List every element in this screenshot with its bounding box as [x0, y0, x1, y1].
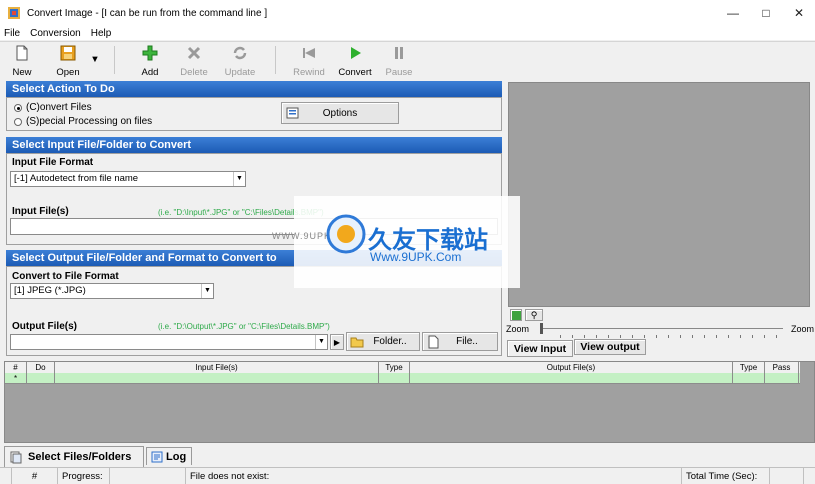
action-section-header: Select Action To Do [6, 81, 502, 97]
cell-output-file[interactable] [410, 373, 733, 383]
status-time-value [770, 468, 804, 484]
status-spacer [0, 468, 12, 484]
view-input-tab[interactable]: View Input [507, 340, 573, 357]
col-output-type[interactable]: Type [733, 362, 765, 373]
menu-help[interactable]: Help [91, 28, 112, 39]
chevron-down-icon[interactable]: ▼ [315, 335, 327, 349]
watermark: WWW.9UPK.COM 久友下载站 Www.9UPK.Com [272, 196, 520, 288]
pause-icon [395, 47, 403, 59]
app-icon [8, 7, 20, 19]
tab-log[interactable]: Log [146, 447, 192, 465]
watermark-logo-icon [326, 214, 366, 254]
maximize-button[interactable]: □ [750, 0, 782, 26]
cell-do[interactable] [27, 373, 55, 383]
delete-button[interactable]: Delete [178, 45, 210, 78]
zoom-lens-icon[interactable]: ⚲ [525, 309, 543, 321]
file-button[interactable]: File.. [422, 332, 498, 351]
status-total-time: Total Time (Sec): [682, 468, 770, 484]
col-input-type[interactable]: Type [379, 362, 410, 373]
toolbar-separator [275, 46, 276, 74]
col-input-files[interactable]: Input File(s) [55, 362, 379, 373]
row-marker: * [5, 373, 27, 383]
options-icon [286, 107, 299, 119]
open-button[interactable]: Open [52, 45, 84, 78]
status-file-message: File does not exist: [186, 468, 682, 484]
convert-radio[interactable] [14, 103, 22, 112]
output-files-field[interactable]: ▼ [10, 334, 328, 350]
input-format-select[interactable]: [-1] Autodetect from file name ▼ [10, 171, 246, 187]
file-icon [428, 335, 439, 349]
chevron-down-icon[interactable]: ▼ [233, 172, 245, 186]
log-icon [151, 451, 163, 462]
zoom-label-right: Zoom [791, 324, 815, 334]
convert-button[interactable]: Convert [336, 45, 374, 78]
status-progress-label: Progress: [58, 468, 110, 484]
open-dropdown-arrow-icon[interactable]: ▼ [88, 54, 102, 65]
rewind-button[interactable]: Rewind [292, 45, 326, 78]
menu-bar: File Conversion Help [0, 26, 815, 40]
status-bar: # Progress: File does not exist: Total T… [0, 467, 815, 484]
input-section-header: Select Input File/Folder to Convert [6, 137, 502, 153]
refresh-icon[interactable] [510, 309, 522, 321]
cell-pass[interactable] [765, 373, 799, 383]
grid-header: # Do Input File(s) Type Output File(s) T… [5, 362, 800, 373]
status-number: # [12, 468, 58, 484]
col-do[interactable]: Do [27, 362, 55, 373]
output-files-hint: (i.e. "D:\Output\*.JPG" or "C:\Files\Det… [158, 322, 330, 331]
play-arrow-button[interactable]: ▶ [330, 334, 344, 350]
cell-input-file[interactable] [55, 373, 379, 383]
output-format-label: Convert to File Format [12, 271, 119, 282]
menu-conversion[interactable]: Conversion [30, 28, 81, 39]
files-grid: # Do Input File(s) Type Output File(s) T… [4, 361, 815, 443]
chevron-down-icon[interactable]: ▼ [201, 284, 213, 298]
col-pass[interactable]: Pass [765, 362, 799, 373]
save-disk-icon [60, 45, 76, 61]
zoom-ticks [560, 335, 785, 338]
zoom-slider-thumb[interactable] [540, 323, 543, 334]
special-radio[interactable] [14, 117, 22, 126]
output-format-select[interactable]: [1] JPEG (*.JPG) ▼ [10, 283, 214, 299]
convert-files-option[interactable]: (C)onvert Files [14, 102, 92, 113]
rewind-icon [303, 48, 315, 58]
update-refresh-icon [233, 46, 247, 60]
cell-input-type[interactable] [379, 373, 410, 383]
toolbar: New Open ▼ Add Delete Update Rewind Conv… [0, 41, 815, 78]
status-progress-bar [110, 468, 186, 484]
folder-button[interactable]: Folder.. [346, 332, 420, 351]
options-button[interactable]: Options [281, 102, 399, 124]
delete-x-icon [187, 46, 201, 60]
watermark-brand-url: Www.9UPK.Com [370, 250, 462, 264]
new-file-icon [16, 45, 28, 61]
col-output-files[interactable]: Output File(s) [410, 362, 733, 373]
play-icon [351, 47, 361, 59]
cell-output-type[interactable] [733, 373, 765, 383]
tab-select-files[interactable]: Select Files/Folders [4, 446, 144, 467]
table-row[interactable]: * [5, 373, 800, 384]
view-output-tab[interactable]: View output [574, 339, 646, 355]
toolbar-separator [114, 46, 115, 74]
input-format-label: Input File Format [12, 157, 94, 168]
zoom-label: Zoom [506, 324, 530, 334]
col-number[interactable]: # [5, 362, 27, 373]
plus-icon [142, 45, 158, 61]
image-preview [508, 82, 810, 307]
menu-file[interactable]: File [4, 28, 20, 39]
add-button[interactable]: Add [134, 45, 166, 78]
folder-icon [350, 337, 364, 348]
zoom-slider[interactable] [541, 328, 783, 329]
special-processing-option[interactable]: (S)pecial Processing on files [14, 116, 152, 127]
close-button[interactable]: ✕ [783, 0, 815, 26]
title-bar: Convert Image - [I can be run from the c… [0, 0, 815, 26]
window-title: Convert Image - [I can be run from the c… [27, 7, 268, 19]
input-files-label: Input File(s) [12, 206, 69, 217]
files-icon [10, 451, 22, 463]
minimize-button[interactable]: — [717, 0, 749, 26]
pause-button[interactable]: Pause [384, 45, 414, 78]
update-button[interactable]: Update [222, 45, 258, 78]
new-button[interactable]: New [8, 45, 36, 78]
output-files-label: Output File(s) [12, 321, 77, 332]
